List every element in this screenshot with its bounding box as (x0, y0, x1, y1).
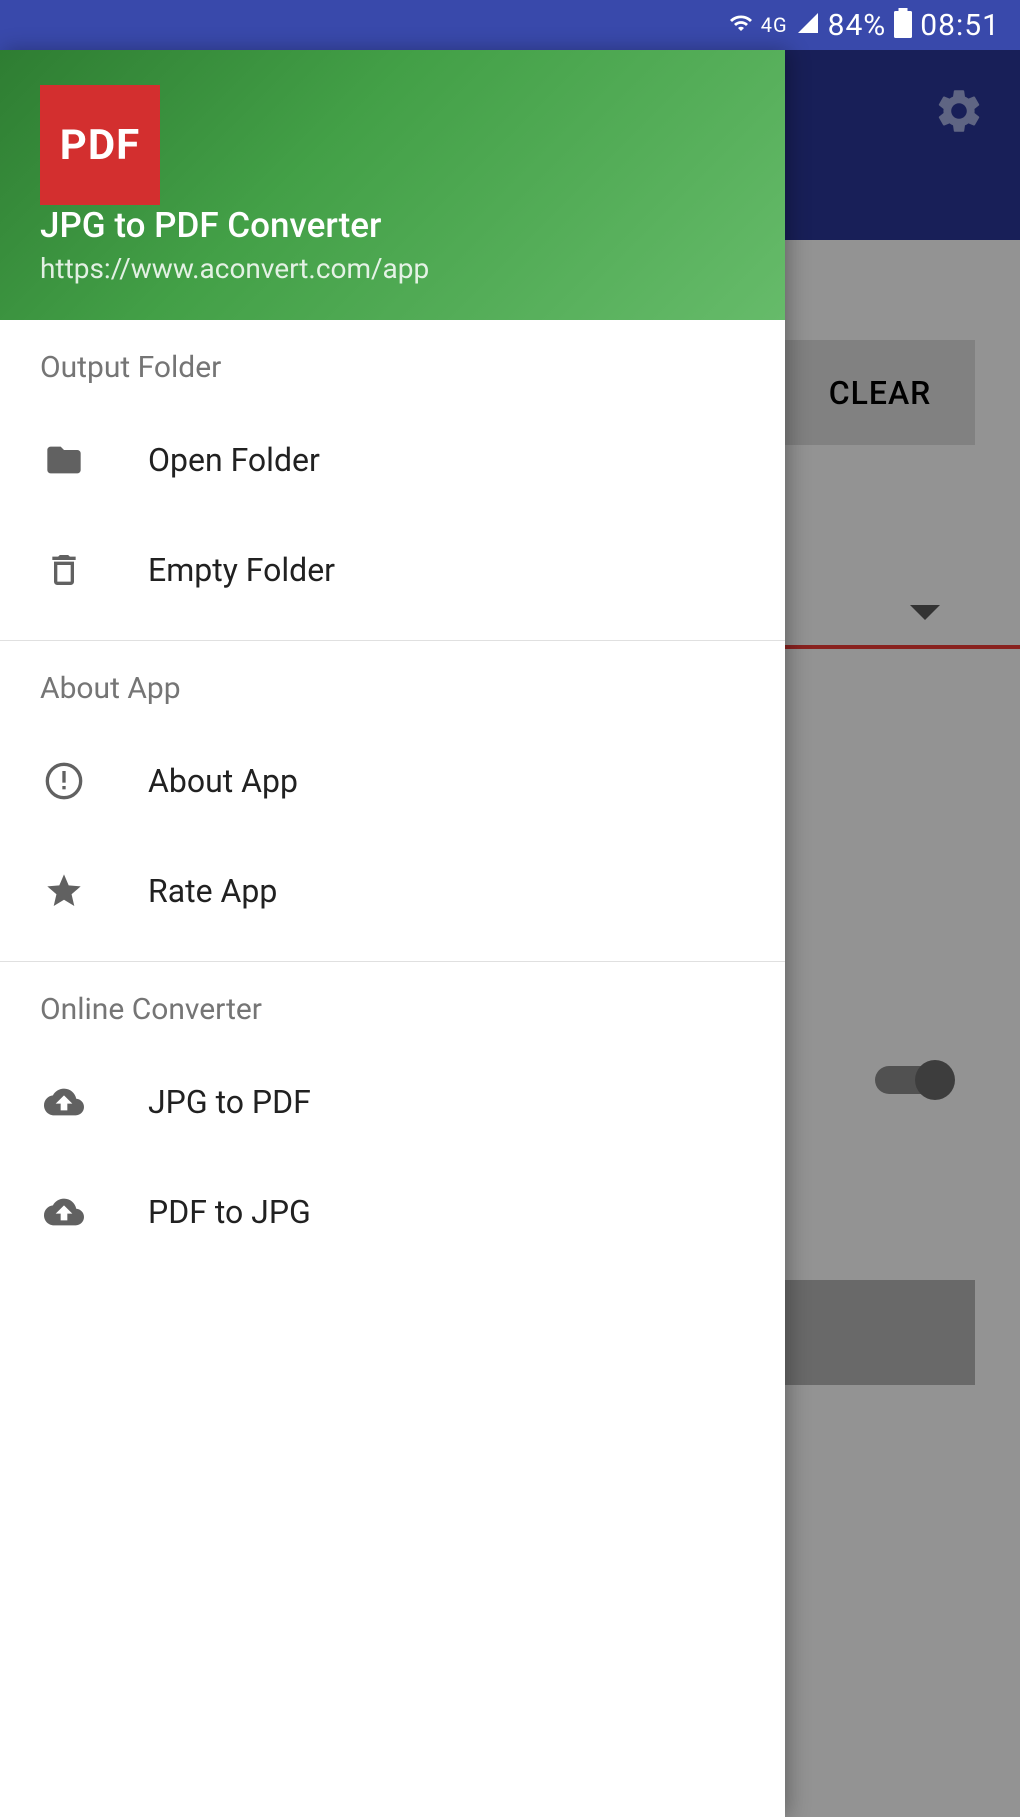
drawer-body: Output Folder Open Folder Empty Folder A… (0, 320, 785, 1817)
network-label: 4G (761, 13, 788, 37)
section-label: Output Folder (0, 350, 785, 405)
folder-icon (40, 436, 88, 484)
delete-icon (40, 546, 88, 594)
drawer-header: PDF JPG to PDF Converter https://www.aco… (0, 50, 785, 320)
clock: 08:51 (920, 8, 1000, 43)
nav-item-label: Empty Folder (148, 551, 335, 589)
section-label: About App (0, 671, 785, 726)
nav-item-label: PDF to JPG (148, 1193, 311, 1231)
nav-item-label: JPG to PDF (148, 1083, 311, 1121)
nav-item-label: Open Folder (148, 441, 320, 479)
cloud-upload-icon (40, 1078, 88, 1126)
nav-item-rate-app[interactable]: Rate App (0, 836, 785, 946)
nav-item-pdf-to-jpg[interactable]: PDF to JPG (0, 1157, 785, 1267)
wifi-icon (729, 11, 753, 39)
nav-item-label: About App (148, 762, 298, 800)
drawer-subtitle: https://www.aconvert.com/app (40, 252, 745, 285)
section-label: Online Converter (0, 992, 785, 1047)
nav-item-about-app[interactable]: About App (0, 726, 785, 836)
nav-item-jpg-to-pdf[interactable]: JPG to PDF (0, 1047, 785, 1157)
drawer-title: JPG to PDF Converter (40, 205, 745, 246)
status-bar: 4G 84% 08:51 (0, 0, 1020, 50)
navigation-drawer: PDF JPG to PDF Converter https://www.aco… (0, 50, 785, 1817)
section-output-folder: Output Folder Open Folder Empty Folder (0, 320, 785, 641)
star-icon (40, 867, 88, 915)
section-online-converter: Online Converter JPG to PDF PDF to JPG (0, 962, 785, 1282)
battery-percent: 84% (828, 8, 887, 43)
status-icons: 4G 84% 08:51 (729, 8, 1000, 43)
nav-item-label: Rate App (148, 872, 277, 910)
cloud-upload-icon (40, 1188, 88, 1236)
nav-item-empty-folder[interactable]: Empty Folder (0, 515, 785, 625)
nav-item-open-folder[interactable]: Open Folder (0, 405, 785, 515)
info-icon (40, 757, 88, 805)
app-logo: PDF (40, 85, 160, 205)
app-logo-text: PDF (60, 121, 140, 170)
signal-icon (796, 11, 820, 39)
section-about-app: About App About App Rate App (0, 641, 785, 962)
battery-icon (894, 8, 912, 42)
